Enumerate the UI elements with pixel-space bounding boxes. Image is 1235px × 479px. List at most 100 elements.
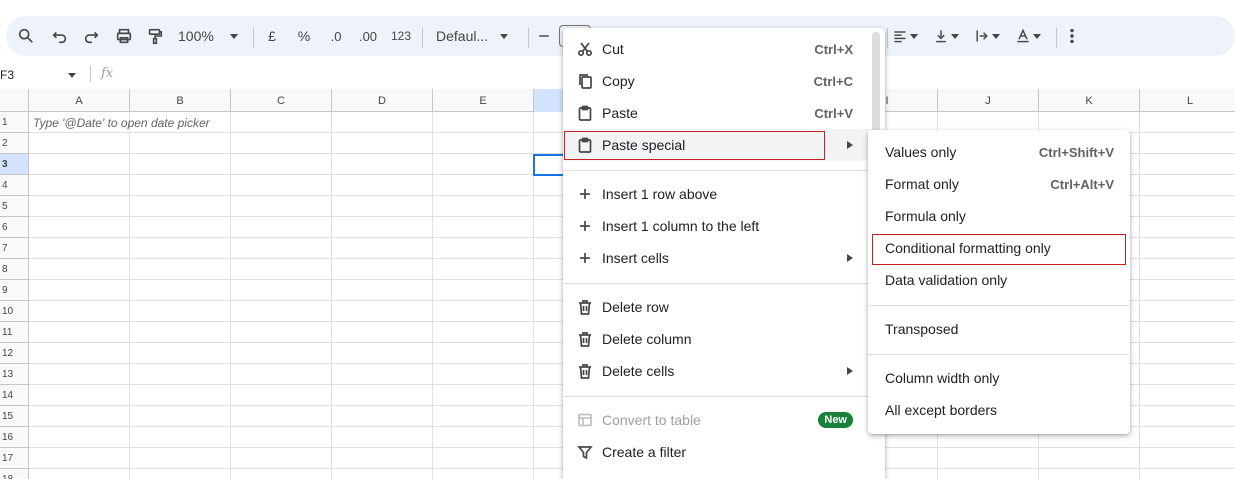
- submenu-item-formula-only[interactable]: Formula only: [868, 200, 1130, 232]
- search-menus-icon[interactable]: [16, 23, 36, 49]
- row-header[interactable]: 16: [0, 427, 29, 448]
- paint-format-icon[interactable]: [145, 23, 165, 49]
- row-header[interactable]: 2: [0, 133, 29, 154]
- percent-format-button[interactable]: %: [295, 23, 313, 49]
- horizontal-align-icon[interactable]: [889, 23, 921, 49]
- menu-item-insert-cells[interactable]: Insert cells: [563, 242, 885, 274]
- column-header[interactable]: A: [29, 89, 130, 112]
- row-header[interactable]: 13: [0, 364, 29, 385]
- toolbar-divider: [1056, 28, 1057, 48]
- spreadsheet-window: 100% £ % .0 .00 123 Defaul... F3 fx A B …: [0, 0, 1235, 479]
- select-all-corner[interactable]: [0, 89, 29, 112]
- decrease-decimal-label: .0: [330, 28, 342, 44]
- menu-item-label: Delete cells: [602, 363, 675, 379]
- more-formats-button[interactable]: 123: [390, 23, 412, 49]
- paste-special-highlight: [564, 131, 825, 160]
- scissors-icon: [577, 41, 593, 57]
- menu-item-cut[interactable]: Cut Ctrl+X: [563, 33, 885, 65]
- more-options-icon[interactable]: [1063, 23, 1081, 49]
- row-header[interactable]: 12: [0, 343, 29, 364]
- row-header[interactable]: 6: [0, 217, 29, 238]
- menu-item-insert-row[interactable]: Insert 1 row above: [563, 178, 885, 210]
- row-header[interactable]: 7: [0, 238, 29, 259]
- menu-item-label: Insert 1 column to the left: [602, 218, 760, 234]
- decrease-decimal-button[interactable]: .0: [325, 23, 347, 49]
- redo-icon[interactable]: [81, 23, 101, 49]
- row-header[interactable]: 9: [0, 280, 29, 301]
- submenu-item-values-only[interactable]: Values only Ctrl+Shift+V: [868, 136, 1130, 168]
- column-header[interactable]: C: [231, 89, 332, 112]
- chevron-down-icon: [910, 33, 918, 39]
- menu-item-label: Create a filter: [602, 444, 687, 460]
- menu-item-paste[interactable]: Paste Ctrl+V: [563, 97, 885, 129]
- submenu-arrow-icon: [847, 141, 853, 149]
- filter-icon: [577, 444, 593, 460]
- row-header[interactable]: 17: [0, 448, 29, 469]
- submenu-item-shortcut: Ctrl+Shift+V: [1038, 144, 1114, 160]
- currency-format-button[interactable]: £: [264, 23, 280, 49]
- menu-item-delete-cells[interactable]: Delete cells: [563, 355, 885, 387]
- submenu-arrow-icon: [847, 367, 853, 375]
- zoom-select[interactable]: 100%: [178, 23, 240, 49]
- column-header[interactable]: L: [1140, 89, 1235, 112]
- trash-icon: [577, 299, 593, 315]
- text-rotation-icon[interactable]: [1012, 23, 1044, 49]
- chevron-down-icon: [951, 33, 959, 39]
- menu-item-convert-to-table: Convert to table New: [563, 404, 885, 436]
- row-header[interactable]: 18: [0, 469, 29, 479]
- column-header[interactable]: E: [433, 89, 534, 112]
- undo-icon[interactable]: [50, 23, 70, 49]
- clipboard-icon: [577, 105, 593, 121]
- submenu-item-all-except-borders[interactable]: All except borders: [868, 394, 1130, 426]
- row-header[interactable]: 1: [0, 112, 29, 133]
- submenu-item-label: Transposed: [885, 321, 959, 337]
- chevron-down-icon: [229, 33, 238, 39]
- menu-item-delete-row[interactable]: Delete row: [563, 291, 885, 323]
- menu-item-create-filter[interactable]: Create a filter: [563, 436, 885, 468]
- menu-item-delete-column[interactable]: Delete column: [563, 323, 885, 355]
- menu-item-shortcut: Ctrl+X: [814, 41, 853, 57]
- row-header[interactable]: 8: [0, 259, 29, 280]
- vertical-align-icon[interactable]: [930, 23, 962, 49]
- fx-icon: fx: [101, 66, 114, 81]
- row-header[interactable]: 4: [0, 175, 29, 196]
- menu-scrollbar[interactable]: [872, 32, 880, 132]
- column-header[interactable]: K: [1039, 89, 1140, 112]
- zoom-value: 100%: [178, 28, 214, 44]
- row-header[interactable]: 3: [0, 154, 29, 175]
- trash-icon: [577, 331, 593, 347]
- submenu-item-label: Format only: [885, 176, 959, 192]
- plus-icon: [577, 218, 593, 234]
- submenu-divider: [868, 354, 1130, 355]
- font-select[interactable]: Defaul...: [436, 23, 516, 49]
- name-box[interactable]: F3: [0, 65, 80, 85]
- submenu-item-label: Values only: [885, 144, 957, 160]
- submenu-item-column-width-only[interactable]: Column width only: [868, 362, 1130, 394]
- print-icon[interactable]: [114, 23, 134, 49]
- submenu-item-label: Data validation only: [885, 272, 1008, 288]
- decrease-font-size-icon[interactable]: [536, 23, 552, 49]
- submenu-item-data-validation-only[interactable]: Data validation only: [868, 264, 1130, 296]
- column-header[interactable]: J: [938, 89, 1039, 112]
- submenu-item-transposed[interactable]: Transposed: [868, 313, 1130, 345]
- menu-item-shortcut: Ctrl+V: [814, 105, 853, 121]
- menu-item-copy[interactable]: Copy Ctrl+C: [563, 65, 885, 97]
- row-header[interactable]: 14: [0, 385, 29, 406]
- plus-icon: [577, 186, 593, 202]
- date-picker-hint: Type '@Date' to open date picker: [33, 116, 210, 130]
- paste-special-submenu: Values only Ctrl+Shift+V Format only Ctr…: [868, 130, 1130, 434]
- trash-icon: [577, 363, 593, 379]
- row-header[interactable]: 15: [0, 406, 29, 427]
- row-header[interactable]: 5: [0, 196, 29, 217]
- row-header[interactable]: 11: [0, 322, 29, 343]
- submenu-item-label: All except borders: [885, 402, 998, 418]
- submenu-arrow-icon: [847, 254, 853, 262]
- column-header[interactable]: B: [130, 89, 231, 112]
- text-wrapping-icon[interactable]: [971, 23, 1003, 49]
- menu-item-insert-column[interactable]: Insert 1 column to the left: [563, 210, 885, 242]
- submenu-item-format-only[interactable]: Format only Ctrl+Alt+V: [868, 168, 1130, 200]
- column-header[interactable]: D: [332, 89, 433, 112]
- increase-decimal-button[interactable]: .00: [356, 23, 380, 49]
- toolbar-divider: [253, 28, 254, 48]
- row-header[interactable]: 10: [0, 301, 29, 322]
